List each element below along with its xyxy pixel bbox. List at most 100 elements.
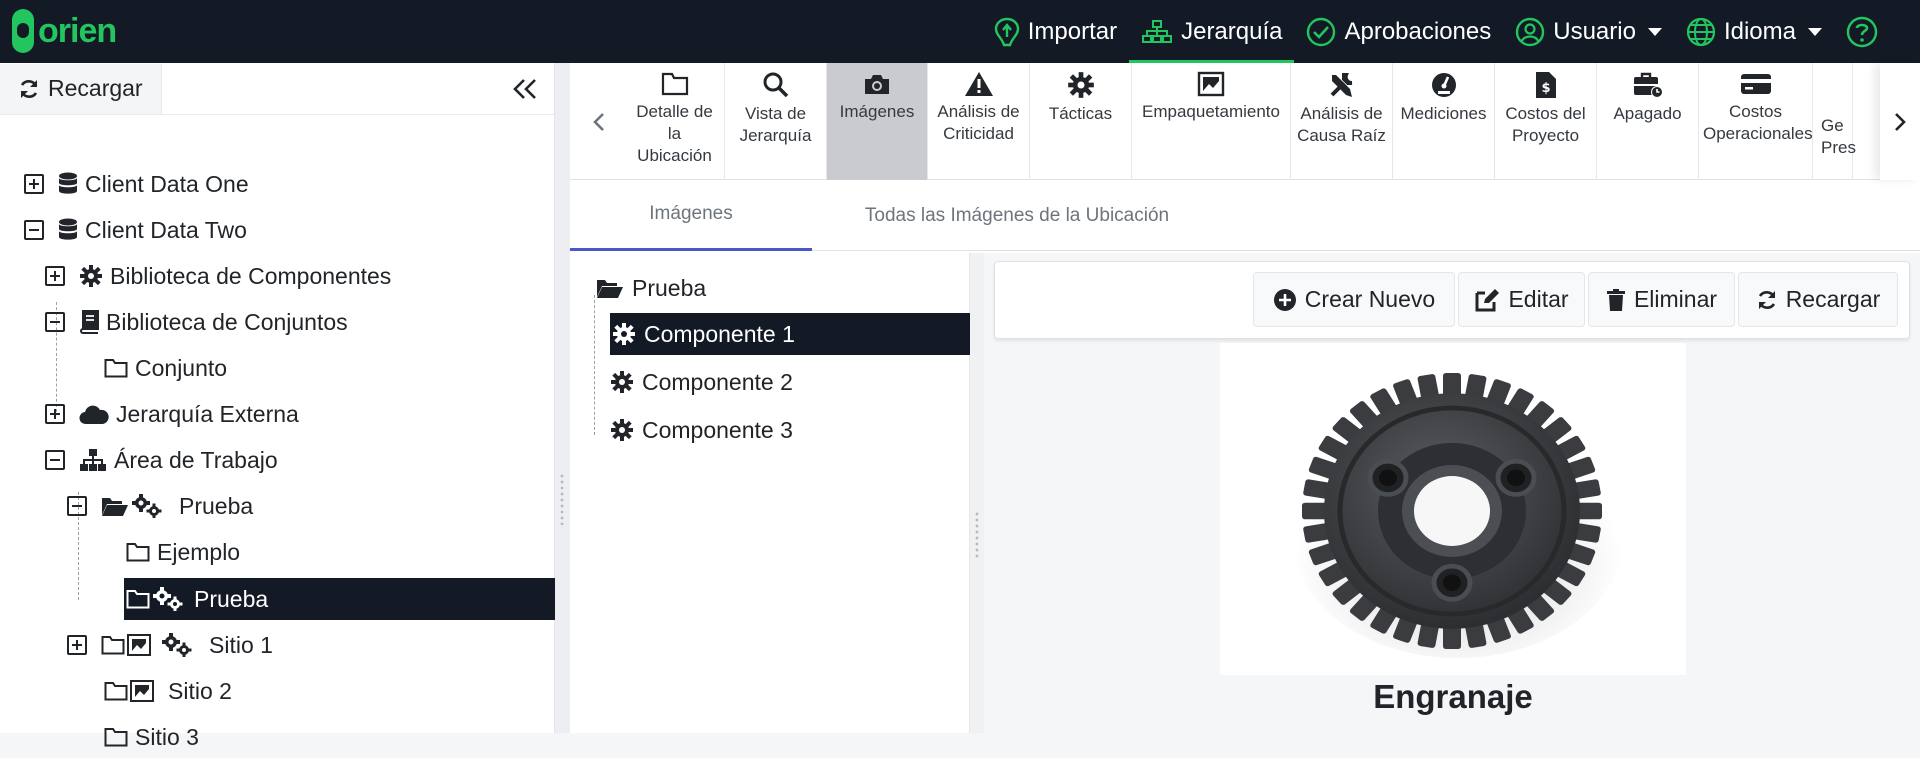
gears-icon — [131, 494, 163, 518]
pane-resize-handle[interactable] — [970, 253, 984, 733]
gears-icon — [152, 587, 184, 611]
tree-node-label: Prueba — [179, 492, 254, 519]
tree-node-component-library[interactable]: Biblioteca de Componentes — [45, 255, 391, 297]
component-item-3[interactable]: Componente 3 — [610, 409, 793, 451]
tab-all-location-images[interactable]: Todas las Imágenes de la Ubicación — [812, 180, 1222, 251]
toolbar-item-label: Costos Operacionales — [1703, 102, 1813, 143]
chevron-down-icon — [1808, 27, 1822, 36]
delete-button[interactable]: Eliminar — [1588, 272, 1735, 327]
help-button[interactable] — [1834, 0, 1890, 63]
toolbar-operational-costs[interactable]: Costos Operacionales — [1699, 63, 1813, 180]
sidebar-resize-handle[interactable] — [555, 63, 570, 733]
nav-approvals[interactable]: Aprobaciones — [1294, 0, 1503, 63]
toolbar-images[interactable]: Imágenes — [827, 63, 928, 180]
toolbar-location-detail[interactable]: Detalle de la Ubicación — [625, 63, 725, 180]
tree-node-label: Client Data One — [85, 170, 249, 197]
toolbar-measurements[interactable]: Mediciones — [1393, 63, 1495, 180]
tree-node-label: Jerarquía Externa — [116, 400, 299, 427]
tree-node-label: Prueba — [194, 585, 269, 612]
tree-node-sitio-3[interactable]: Sitio 3 — [104, 716, 199, 758]
toolbar-scroll-left[interactable] — [584, 63, 614, 180]
tree-node-external-hierarchy[interactable]: Jerarquía Externa — [45, 393, 299, 435]
toolbar-item-label: Imágenes — [839, 102, 915, 121]
toolbar-root-cause-analysis[interactable]: Análisis de Causa Raíz — [1291, 63, 1393, 180]
tree-guide-line — [594, 295, 595, 435]
nav-language-dropdown[interactable]: Idioma — [1674, 0, 1834, 63]
tree-node-sitio-1[interactable]: Sitio 1 — [67, 624, 273, 666]
expand-icon[interactable] — [45, 266, 65, 286]
collapse-icon[interactable] — [45, 450, 65, 470]
toolbar-packaging[interactable]: Empaquetamiento — [1132, 63, 1291, 180]
tree-node-client-data-two[interactable]: Client Data Two — [24, 209, 247, 251]
tree-node-prueba-selected[interactable]: Prueba — [124, 578, 555, 620]
sidebar-reload-button[interactable]: Recargar — [0, 63, 162, 114]
nav-user-dropdown[interactable]: Usuario — [1503, 0, 1674, 63]
nav-approvals-label: Aprobaciones — [1344, 17, 1492, 45]
component-item-2[interactable]: Componente 2 — [610, 361, 793, 403]
gear-picture — [1293, 373, 1623, 658]
refresh-icon — [1756, 289, 1778, 311]
tree-node-prueba[interactable]: Prueba — [67, 485, 253, 527]
nav-import[interactable]: Importar — [982, 0, 1129, 63]
toolbar-scroll-right[interactable] — [1880, 63, 1920, 180]
user-icon — [1515, 17, 1545, 47]
component-item-1[interactable]: Componente 1 — [610, 313, 970, 355]
tree-node-label: Área de Trabajo — [114, 446, 278, 473]
search-icon — [762, 71, 790, 99]
toolbar-items: Detalle de la Ubicación Vista de Jerarqu… — [625, 63, 1865, 180]
toolbar-shutdown[interactable]: Apagado — [1597, 63, 1699, 180]
hierarchy-icon — [1141, 19, 1173, 45]
create-new-button[interactable]: Crear Nuevo — [1253, 272, 1455, 327]
collapse-icon[interactable] — [45, 312, 65, 332]
help-icon — [1846, 16, 1878, 48]
component-tree-pane: Prueba Componente 1 Componente 2 Compone… — [570, 253, 970, 733]
tree-node-label: Conjunto — [135, 354, 228, 381]
image-tabs: Imágenes Todas las Imágenes de la Ubicac… — [570, 180, 1920, 251]
image-frame-icon — [130, 680, 154, 702]
toolbar-budget-partial[interactable]: Ge Pres — [1813, 63, 1856, 180]
plus-circle-icon — [1273, 288, 1297, 312]
chevron-down-icon — [1647, 27, 1662, 36]
tab-label: Imágenes — [649, 203, 733, 224]
chevron-right-icon — [1893, 111, 1907, 133]
component-root-prueba[interactable]: Prueba — [596, 267, 706, 309]
nav-language-label: Idioma — [1723, 17, 1796, 45]
reload-button[interactable]: Recargar — [1738, 272, 1898, 327]
toolbar-criticality-analysis[interactable]: Análisis de Criticidad — [928, 63, 1030, 180]
edit-button[interactable]: Editar — [1458, 272, 1585, 327]
expand-icon[interactable] — [45, 404, 65, 424]
brand-logo[interactable]: orien — [12, 9, 117, 53]
nav-user-label: Usuario — [1553, 17, 1636, 45]
globe-icon — [1686, 17, 1716, 47]
nav-hierarchy[interactable]: Jerarquía — [1129, 0, 1295, 63]
toolbar-tactics[interactable]: Tácticas — [1030, 63, 1132, 180]
sidebar: Recargar Client Data One Client Data Two… — [0, 63, 555, 750]
toolbar-hierarchy-view[interactable]: Vista de Jerarquía — [725, 63, 827, 180]
gauge-icon — [1430, 71, 1458, 99]
folder-icon — [104, 681, 128, 701]
component-label: Componente 1 — [644, 320, 795, 347]
cloud-icon — [79, 403, 109, 425]
sidebar-collapse-button[interactable] — [512, 77, 538, 101]
toolbar-project-costs[interactable]: $ Costos del Proyecto — [1495, 63, 1597, 180]
expand-icon[interactable] — [24, 174, 44, 194]
tree-node-sitio-2[interactable]: Sitio 2 — [104, 670, 232, 712]
sitemap-icon — [79, 448, 107, 472]
tree-node-client-data-one[interactable]: Client Data One — [24, 163, 249, 205]
tree-node-conjunto[interactable]: Conjunto — [104, 347, 227, 389]
tab-images[interactable]: Imágenes — [570, 180, 812, 251]
package-icon — [1197, 71, 1225, 97]
module-toolbar: Detalle de la Ubicación Vista de Jerarqu… — [570, 63, 1920, 180]
collapse-icon[interactable] — [24, 220, 44, 240]
database-icon — [58, 172, 78, 196]
gear-image — [1220, 343, 1686, 675]
tree-node-assembly-library[interactable]: Biblioteca de Conjuntos — [45, 301, 348, 343]
tree-node-workspace[interactable]: Área de Trabajo — [45, 439, 278, 481]
chevron-left-icon — [592, 111, 606, 133]
expand-icon[interactable] — [67, 635, 87, 655]
tree-node-label: Client Data Two — [85, 216, 247, 243]
trash-icon — [1606, 288, 1626, 312]
tree-node-ejemplo[interactable]: Ejemplo — [126, 531, 240, 573]
tree-node-label: Ejemplo — [157, 538, 241, 565]
collapse-icon[interactable] — [67, 496, 87, 516]
